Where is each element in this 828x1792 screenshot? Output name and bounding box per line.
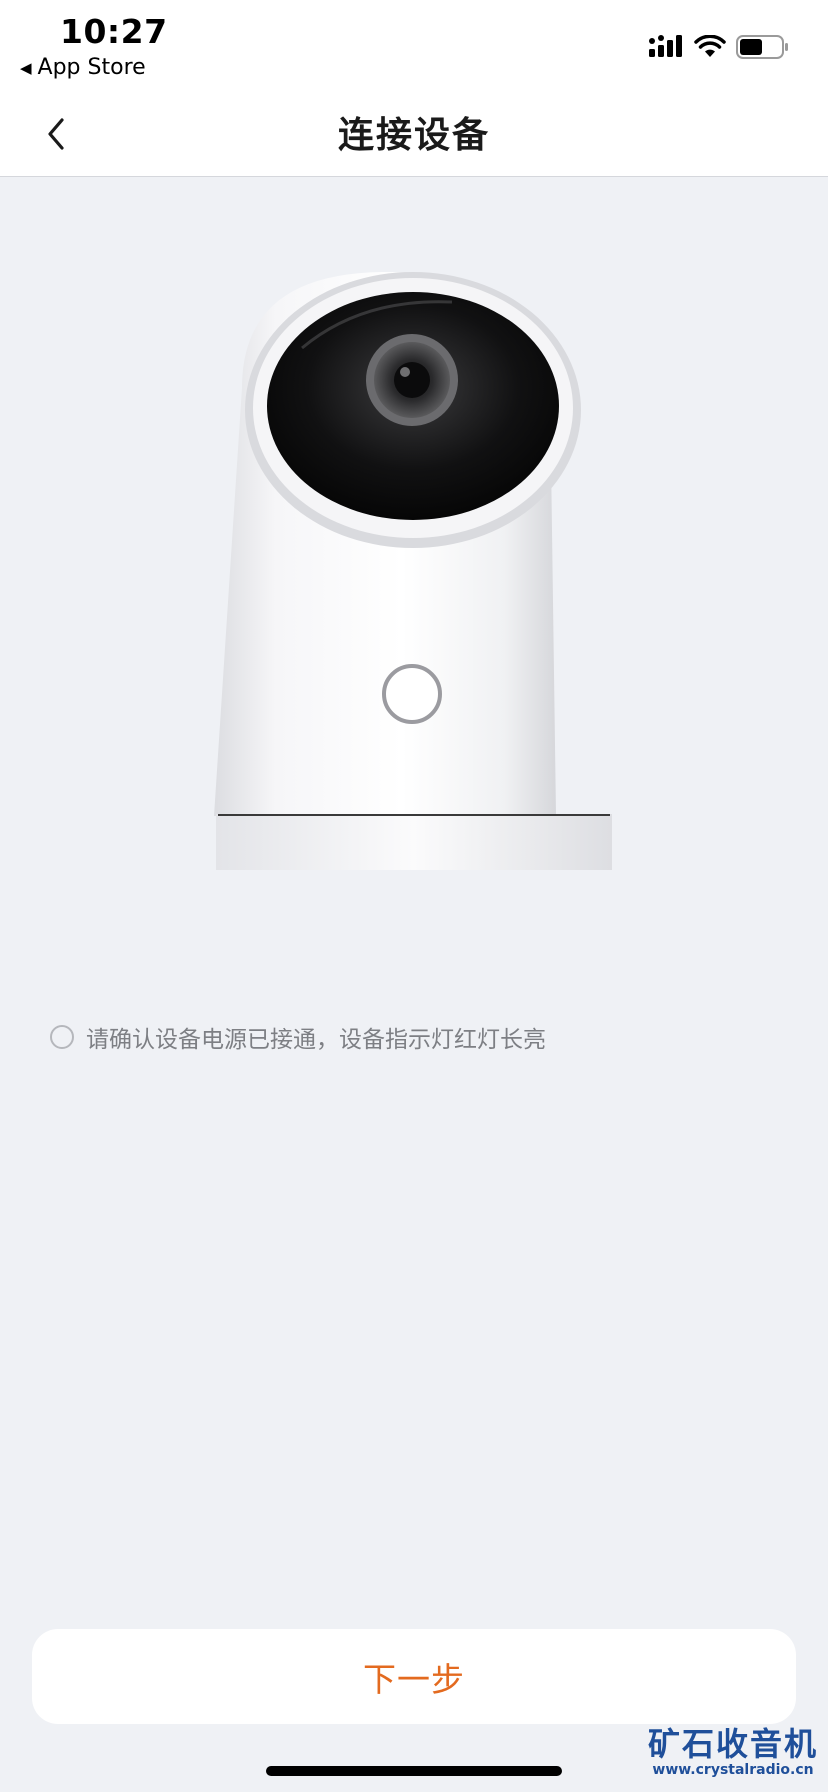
status-time: 10:27 <box>60 12 168 51</box>
status-icons <box>648 34 790 60</box>
device-image <box>212 268 616 874</box>
watermark-title: 矿石收音机 <box>647 1725 818 1763</box>
cellular-signal-icon <box>649 35 682 57</box>
battery-icon <box>736 35 788 59</box>
status-bar: 10:27 ◀ App Store <box>0 0 828 88</box>
security-camera-illustration <box>214 272 612 870</box>
confirm-radio[interactable] <box>50 1025 74 1049</box>
confirm-row[interactable]: 请确认设备电源已接通，设备指示灯红灯长亮 <box>50 1020 546 1054</box>
home-indicator[interactable] <box>266 1766 562 1776</box>
confirm-text: 请确认设备电源已接通，设备指示灯红灯长亮 <box>86 1027 546 1053</box>
nav-bar: 连接设备 <box>0 88 828 177</box>
watermark-logo: 矿石收音机 www.crystalradio.cn <box>648 1726 818 1778</box>
next-button[interactable]: 下一步 <box>32 1629 796 1724</box>
watermark-url: www.crystalradio.cn <box>652 1762 814 1778</box>
page-title: 连接设备 <box>337 115 490 156</box>
triangle-left-icon: ◀ <box>20 58 32 77</box>
back-to-app-link[interactable]: ◀ App Store <box>20 55 146 80</box>
wifi-icon <box>694 35 726 57</box>
back-to-app-label: App Store <box>37 55 146 80</box>
